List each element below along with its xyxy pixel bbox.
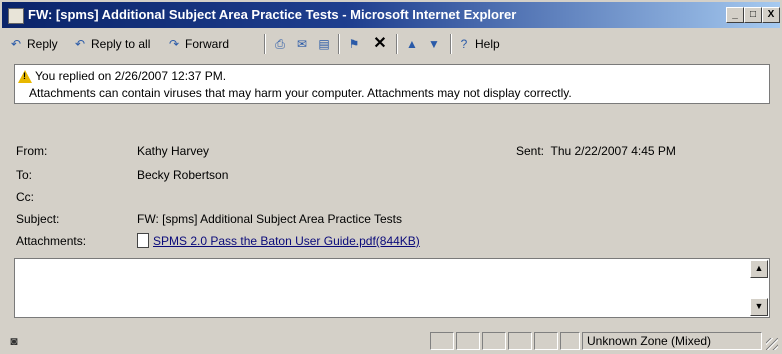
status-cell [456, 332, 480, 350]
subject-value: FW: [spms] Additional Subject Area Pract… [137, 212, 403, 226]
page-icon: ◙ [10, 334, 18, 348]
status-cell [430, 332, 454, 350]
reply-label: Reply [27, 37, 58, 51]
next-item-icon[interactable]: ▼ [426, 36, 442, 52]
resize-grip[interactable] [766, 338, 778, 350]
flag-icon[interactable]: ⚑ [346, 36, 362, 52]
reply-button[interactable]: ↶ Reply [8, 34, 58, 54]
cc-label: Cc: [16, 190, 34, 204]
from-value: Kathy Harvey [137, 144, 210, 158]
forward-icon: ↷ [168, 37, 180, 51]
from-label: From: [16, 144, 48, 158]
move-to-folder-icon[interactable]: ✉ [294, 36, 310, 52]
maximize-button[interactable]: □ [744, 7, 762, 23]
toolbar-separator [264, 34, 266, 54]
toolbar-separator [450, 34, 452, 54]
document-icon [137, 233, 149, 249]
reply-all-icon: ↶ [74, 37, 86, 51]
toolbar-separator [338, 34, 340, 54]
attachments-label: Attachments: [16, 234, 87, 248]
attachment-item[interactable]: SPMS 2.0 Pass the Baton User Guide.pdf(8… [137, 233, 420, 249]
status-bar: ◙ Unknown Zone (Mixed) [2, 330, 780, 352]
sent-field: Sent: Thu 2/22/2007 4:45 PM [516, 144, 676, 158]
toolbar: ↶ Reply ↶ Reply to all ↷ Forward ⎙ ✉ ▤ ⚑… [2, 30, 780, 58]
title-bar[interactable]: FW: [spms] Additional Subject Area Pract… [2, 2, 780, 28]
reply-icon: ↶ [10, 37, 22, 51]
status-cell [560, 332, 580, 350]
previous-item-icon[interactable]: ▲ [404, 36, 420, 52]
toolbar-separator [396, 34, 398, 54]
security-zone: Unknown Zone (Mixed) [582, 332, 762, 350]
subject-label: Subject: [16, 212, 60, 226]
sent-label: Sent: [516, 144, 545, 158]
copy-to-folder-icon[interactable]: ▤ [316, 36, 332, 52]
window-title: FW: [spms] Additional Subject Area Pract… [28, 7, 517, 22]
message-body[interactable]: ▲ ▼ [14, 258, 770, 318]
forward-label: Forward [185, 37, 230, 51]
reply-all-label: Reply to all [91, 37, 151, 51]
status-cell [534, 332, 558, 350]
help-icon: ? [460, 37, 468, 51]
to-value: Becky Robertson [137, 168, 229, 182]
reply-all-button[interactable]: ↶ Reply to all [72, 34, 150, 54]
status-cell [482, 332, 506, 350]
help-label: Help [475, 37, 500, 51]
envelope-icon [8, 8, 24, 24]
print-icon[interactable]: ⎙ [272, 36, 288, 52]
attachment-link[interactable]: SPMS 2.0 Pass the Baton User Guide.pdf(8… [153, 234, 420, 248]
minimize-button[interactable]: _ [726, 7, 744, 23]
to-label: To: [16, 168, 33, 182]
warning-icon [18, 69, 32, 83]
replied-notice: You replied on 2/26/2007 12:37 PM. [35, 69, 227, 83]
info-bar: You replied on 2/26/2007 12:37 PM. Attac… [14, 64, 770, 104]
delete-icon[interactable]: ✕ [372, 36, 388, 52]
status-cell [508, 332, 532, 350]
scroll-up-button[interactable]: ▲ [750, 260, 768, 278]
attachment-warning: Attachments can contain viruses that may… [29, 86, 572, 100]
scroll-down-button[interactable]: ▼ [750, 298, 768, 316]
email-window: FW: [spms] Additional Subject Area Pract… [0, 0, 782, 354]
sent-value: Thu 2/22/2007 4:45 PM [550, 144, 676, 158]
forward-button[interactable]: ↷ Forward [166, 34, 229, 54]
close-button[interactable]: X [762, 7, 780, 23]
help-button[interactable]: ? Help [456, 34, 500, 54]
